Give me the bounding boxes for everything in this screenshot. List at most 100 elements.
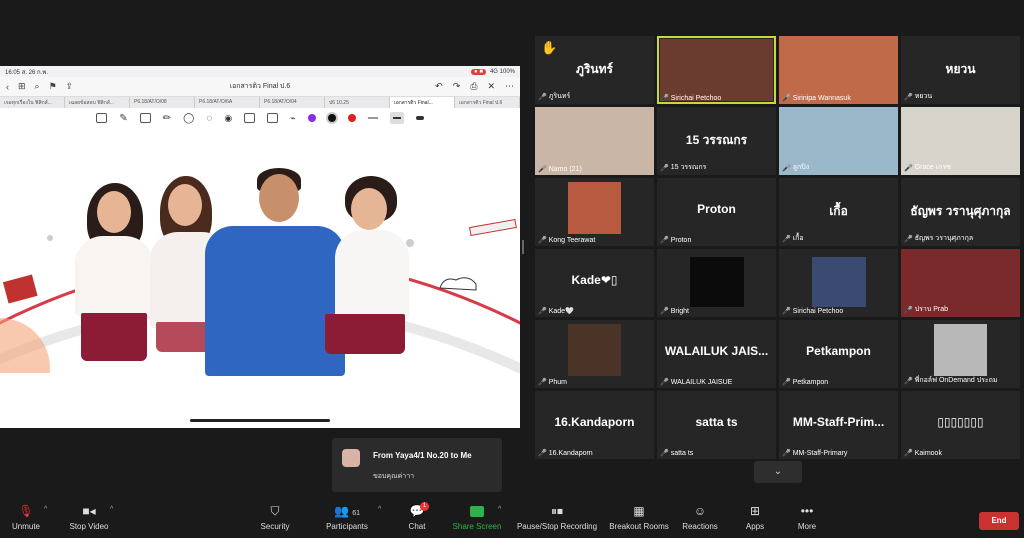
apps-button[interactable]: ⊞ Apps bbox=[740, 500, 770, 538]
participant-tile[interactable]: ▯▯▯▯▯▯▯ 🎤 Kaimook bbox=[901, 391, 1020, 459]
participants-options-caret[interactable]: ^ bbox=[378, 506, 381, 513]
ipad-battery: 4G 100% bbox=[489, 68, 515, 75]
security-button[interactable]: ⛉ Security bbox=[255, 500, 295, 538]
share-screen-icon bbox=[470, 506, 484, 518]
participant-tile[interactable]: Kade❤▯ 🎤 Kade🤍 bbox=[535, 249, 654, 317]
ipad-title-bar: ‹ ⊞ ⌕ ⚑ ⇪ เอกสารติว Final ป.6 ↶ ↷ ⎙ ✕ ⋯ bbox=[0, 77, 520, 97]
participant-name: WALAILUK JAISUE bbox=[670, 378, 733, 386]
ipad-doc-tab[interactable]: เจอทุกเรื่องใน ฟิสิกส์... bbox=[0, 97, 65, 108]
split-view-handle[interactable] bbox=[522, 240, 524, 254]
participant-tile[interactable]: เกื้อ 🎤 เกื้อ bbox=[779, 178, 898, 246]
gallery-next-page-button[interactable]: ⌄ bbox=[754, 461, 802, 483]
participant-tile[interactable]: ธัญพร วรานุศุภากุล 🎤 ธัญพร วรานุศุภากุล bbox=[901, 178, 1020, 246]
ipad-doc-tab[interactable]: ป6 10.25 bbox=[325, 97, 390, 108]
participant-display-name: ▯▯▯▯▯▯▯ bbox=[937, 415, 984, 429]
participant-tile[interactable]: 🎤 Sirichai Petchoo bbox=[657, 36, 776, 104]
participant-tile[interactable]: WALAILUK JAIS... 🎤 WALAILUK JAISUE bbox=[657, 320, 776, 388]
black-color-swatch[interactable] bbox=[327, 114, 336, 122]
select-icon[interactable] bbox=[96, 113, 108, 123]
image-icon[interactable] bbox=[244, 113, 256, 123]
participant-name-label: 🎤 Grace เกรซ bbox=[904, 162, 951, 173]
participant-tile[interactable]: 🎤 Grace เกรซ bbox=[901, 107, 1020, 175]
comment-icon[interactable]: ◌ bbox=[206, 113, 212, 124]
participant-tile[interactable]: 🎤 Bright bbox=[657, 249, 776, 317]
participant-name-label: 🎤 Sirinipa Wannasuk bbox=[782, 94, 851, 103]
more-button[interactable]: ••• More bbox=[792, 500, 822, 538]
mic-muted-icon: 🎤 bbox=[538, 308, 547, 315]
participant-tile[interactable]: หยวน 🎤 หยวน bbox=[901, 36, 1020, 104]
audio-options-caret[interactable]: ^ bbox=[44, 506, 47, 513]
participant-tile[interactable]: 16.Kandaporn 🎤 16.Kandaporn bbox=[535, 391, 654, 459]
participant-tile[interactable]: satta ts 🎤 satta ts bbox=[657, 391, 776, 459]
text-icon[interactable] bbox=[267, 113, 279, 123]
share-screen-button[interactable]: Share Screen bbox=[450, 500, 504, 538]
participant-tile[interactable]: 15 วรรณกร 🎤 15 วรรณกร bbox=[657, 107, 776, 175]
smiley-icon: ☺ bbox=[693, 504, 707, 518]
participant-tile[interactable]: MM-Staff-Prim... 🎤 MM-Staff-Primary bbox=[779, 391, 898, 459]
participant-tile[interactable]: 🎤 พี่กอล์ฟ OnDemand ประถม bbox=[901, 320, 1020, 388]
reactions-button[interactable]: ☺ Reactions bbox=[680, 500, 720, 538]
participant-tile[interactable]: 🎤 Sirinipa Wannasuk bbox=[779, 36, 898, 104]
apps-icon: ⊞ bbox=[749, 504, 761, 518]
participant-name-label: 🎤 Kong Teerawat bbox=[538, 236, 595, 245]
link-icon[interactable]: ⌁ bbox=[290, 113, 295, 124]
participant-name: Grace เกรซ bbox=[914, 164, 951, 171]
mic-muted-icon: 🎤 bbox=[660, 95, 669, 102]
participant-tile[interactable]: 🎤 Phum bbox=[535, 320, 654, 388]
participants-button[interactable]: 👥 61 Participants bbox=[320, 500, 374, 538]
participant-tile[interactable]: 🎤 Sirichai Petchoo bbox=[779, 249, 898, 317]
participant-name-label: 🎤 ภูรินทร์ bbox=[538, 91, 570, 102]
participant-name-label: 🎤 15 วรรณกร bbox=[660, 162, 706, 173]
video-options-caret[interactable]: ^ bbox=[110, 506, 113, 513]
ipad-doc-tab[interactable]: เฉลยข้อสอบ ฟิสิกส์... bbox=[65, 97, 130, 108]
ipad-doc-tab[interactable]: เอกสารติว Final ป.6 bbox=[455, 97, 520, 108]
end-meeting-button[interactable]: End bbox=[979, 512, 1019, 530]
participant-tile[interactable]: 🎤 ปราบ Prab bbox=[901, 249, 1020, 317]
highlighter-icon[interactable]: ✏ bbox=[163, 113, 171, 124]
participant-name: เกื้อ bbox=[792, 235, 804, 242]
presenter-figure-1 bbox=[75, 181, 155, 376]
participant-tile[interactable]: 🎤 Kong Teerawat bbox=[535, 178, 654, 246]
participant-tile[interactable]: Proton 🎤 Proton bbox=[657, 178, 776, 246]
participant-tile[interactable]: 🎤 Namo (21) bbox=[535, 107, 654, 175]
participant-video bbox=[812, 257, 866, 307]
unmute-button[interactable]: 🎙 Unmute bbox=[6, 500, 46, 538]
participant-name: ธัญพร วรานุศุภากุล bbox=[914, 235, 974, 242]
ipad-doc-tab[interactable]: P6.18/AT/O/6A bbox=[195, 97, 260, 108]
stop-video-button[interactable]: ■◂ Stop Video bbox=[64, 500, 114, 538]
ipad-doc-tab[interactable]: P6.18/AT/O/08 bbox=[130, 97, 195, 108]
participant-video bbox=[660, 39, 773, 101]
ipad-doc-tab[interactable]: เอกสารติว Final... bbox=[390, 97, 455, 108]
participant-name-label: 🎤 Sirichai Petchoo bbox=[782, 307, 844, 316]
participant-name-label: 🎤 Petkampon bbox=[782, 378, 828, 387]
mic-muted-icon: 🎤 bbox=[660, 450, 669, 457]
participant-name-label: 🎤 MM-Staff-Primary bbox=[782, 449, 848, 458]
participant-tile[interactable]: 🎤 ลูกปิง bbox=[779, 107, 898, 175]
participant-display-name: เกื้อ bbox=[829, 204, 848, 218]
thin-stroke[interactable] bbox=[367, 117, 378, 119]
ipad-doc-tab[interactable]: P6.18/AT/O/04 bbox=[260, 97, 325, 108]
purple-color-swatch[interactable] bbox=[307, 114, 316, 122]
participant-tile[interactable]: ภูรินทร์ ✋ 🎤 ภูรินทร์ bbox=[535, 36, 654, 104]
participant-name: Kade🤍 bbox=[548, 308, 574, 315]
medium-stroke[interactable] bbox=[389, 112, 404, 124]
thick-stroke[interactable] bbox=[415, 116, 424, 120]
pen-icon[interactable]: ✎ bbox=[119, 113, 127, 124]
chat-button[interactable]: 💬 1 Chat bbox=[400, 500, 434, 538]
recording-button[interactable]: ⏸⏹ Pause/Stop Recording bbox=[514, 500, 600, 538]
share-options-caret[interactable]: ^ bbox=[498, 506, 501, 513]
red-color-swatch[interactable] bbox=[347, 114, 356, 122]
chat-message: ขอบคุณค่าาา bbox=[373, 473, 415, 480]
participant-display-name: WALAILUK JAIS... bbox=[664, 344, 769, 358]
participant-name: Sirichai Petchoo bbox=[792, 307, 844, 315]
camera-icon[interactable]: ◉ bbox=[224, 113, 232, 124]
participant-name: MM-Staff-Primary bbox=[792, 449, 848, 457]
more-label: More bbox=[797, 522, 817, 531]
participant-tile[interactable]: Petkampon 🎤 Petkampon bbox=[779, 320, 898, 388]
mic-muted-icon: 🎤 bbox=[660, 308, 669, 315]
breakout-rooms-button[interactable]: ▦ Breakout Rooms bbox=[606, 500, 672, 538]
eraser-icon[interactable] bbox=[139, 113, 151, 123]
chat-notification[interactable]: From Yaya4/1 No.20 to Me ขอบคุณค่าาา bbox=[332, 438, 502, 492]
shape-icon[interactable]: ◯ bbox=[183, 113, 194, 124]
participant-name-label: 🎤 Phum bbox=[538, 378, 567, 387]
